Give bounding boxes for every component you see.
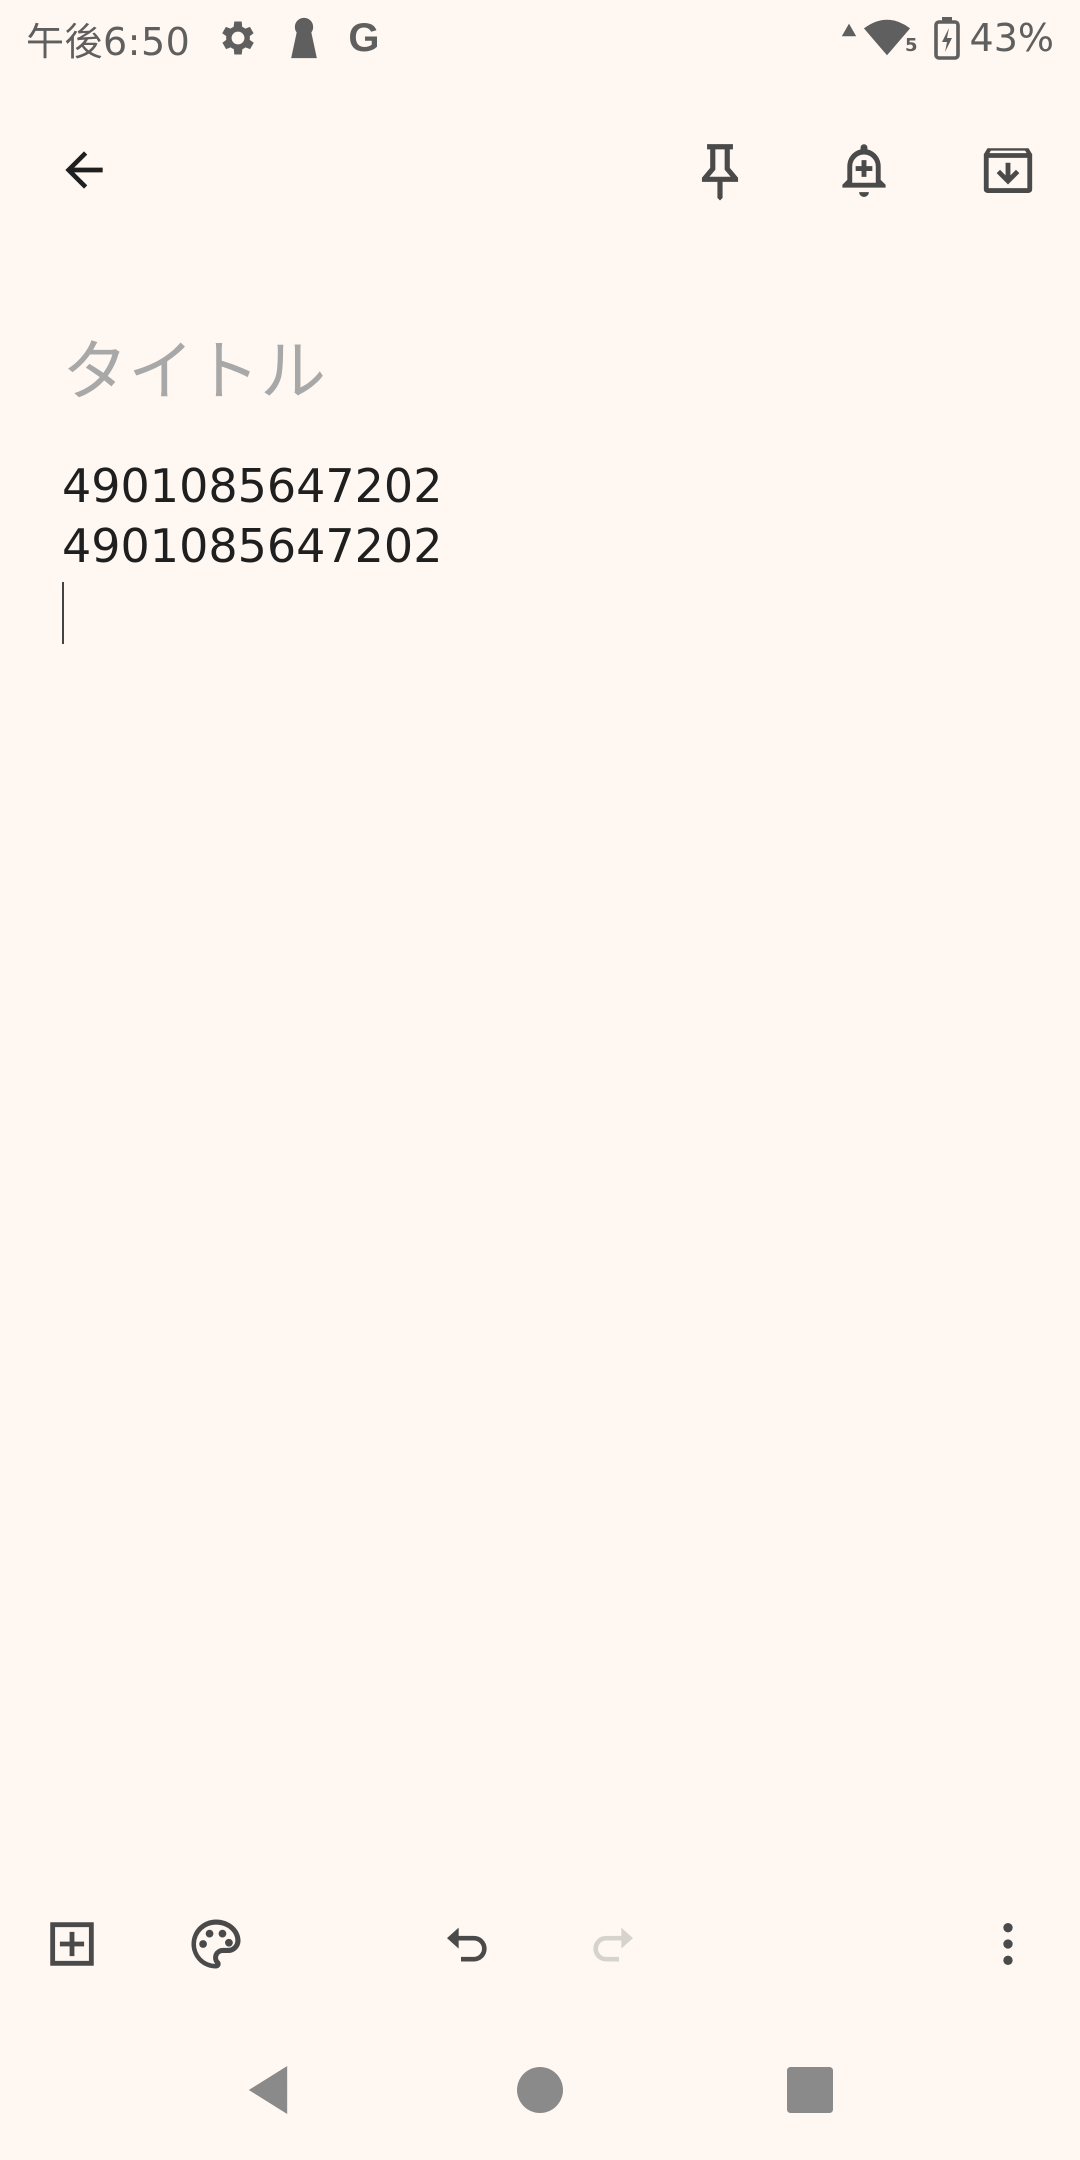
note-line: 4901085647202 <box>62 519 443 573</box>
note-body-input[interactable]: 4901085647202 4901085647202 <box>62 456 1022 644</box>
add-reminder-icon <box>842 144 886 197</box>
back-button[interactable] <box>36 122 132 218</box>
add-box-icon <box>50 1922 94 1966</box>
status-bar: 午後6:50 G 5 43% <box>0 0 1080 76</box>
battery-charging-icon <box>933 16 960 60</box>
undo-button[interactable] <box>420 1896 516 1992</box>
bottom-toolbar <box>0 1896 1080 1992</box>
back-arrow-icon <box>65 151 103 189</box>
pin-button[interactable] <box>672 122 768 218</box>
nav-recents-button[interactable] <box>760 2040 860 2140</box>
nav-back-button[interactable] <box>218 2040 318 2140</box>
note-editor-screen: 午後6:50 G 5 43% タイトル 4901085647202 490108… <box>0 0 1080 2160</box>
settings-gear-icon <box>216 16 260 60</box>
pin-icon <box>701 144 739 201</box>
background-options-button[interactable] <box>168 1896 264 1992</box>
top-app-bar <box>0 110 1080 230</box>
wifi-icon: 5 <box>862 18 918 58</box>
text-caret <box>62 582 64 644</box>
add-reminder-button[interactable] <box>816 122 912 218</box>
more-vert-icon <box>1003 1923 1013 1965</box>
redo-button[interactable] <box>564 1896 660 1992</box>
nav-back-icon <box>248 2066 288 2114</box>
archive-icon <box>983 148 1033 193</box>
nav-home-icon <box>517 2067 563 2113</box>
battery-percent: 43% <box>969 16 1054 60</box>
signal-arrow-icon <box>840 18 858 58</box>
status-left: 午後6:50 G <box>26 11 379 66</box>
wifi-badge: 5 <box>905 35 918 56</box>
archive-button[interactable] <box>960 122 1056 218</box>
redo-icon <box>593 1927 633 1962</box>
nav-recents-icon <box>787 2067 833 2113</box>
palette-icon <box>191 1919 241 1969</box>
system-navigation-bar <box>0 2040 1080 2140</box>
undo-icon <box>447 1927 487 1962</box>
google-icon: G <box>348 15 380 60</box>
status-time: 午後6:50 <box>26 19 191 64</box>
more-options-button[interactable] <box>960 1896 1056 1992</box>
note-line: 4901085647202 <box>62 459 443 513</box>
keyhole-icon <box>286 16 322 60</box>
add-content-button[interactable] <box>24 1896 120 1992</box>
nav-home-button[interactable] <box>490 2040 590 2140</box>
note-title-input[interactable]: タイトル <box>62 322 1022 422</box>
status-right: 5 43% <box>840 16 1054 60</box>
